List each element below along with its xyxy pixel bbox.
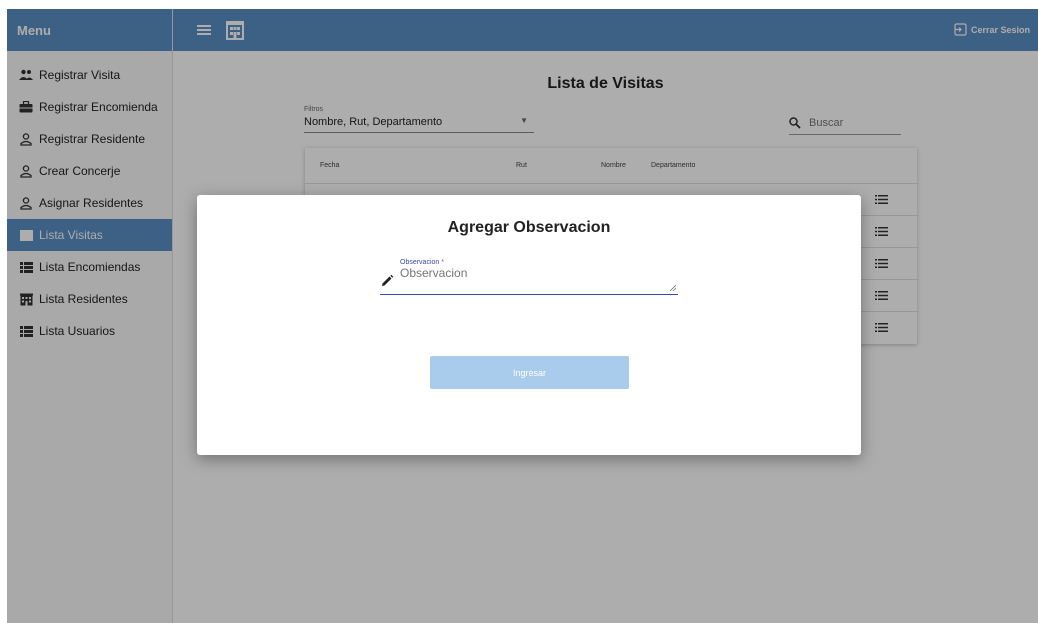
dialog-title: Agregar Observacion (447, 219, 611, 236)
submit-button[interactable]: Ingresar (430, 356, 629, 389)
app-window: Menu Registrar Visita Registrar Encomien… (7, 9, 1038, 623)
required-mark: * (441, 259, 444, 266)
observation-label: Observacion * (400, 259, 444, 266)
add-observation-dialog: Agregar Observacion Observacion * Ingres… (197, 195, 861, 455)
observation-textarea[interactable] (400, 266, 670, 290)
pencil-icon (382, 274, 394, 286)
resize-handle-icon[interactable] (670, 285, 676, 291)
observation-field: Observacion * (380, 259, 678, 295)
